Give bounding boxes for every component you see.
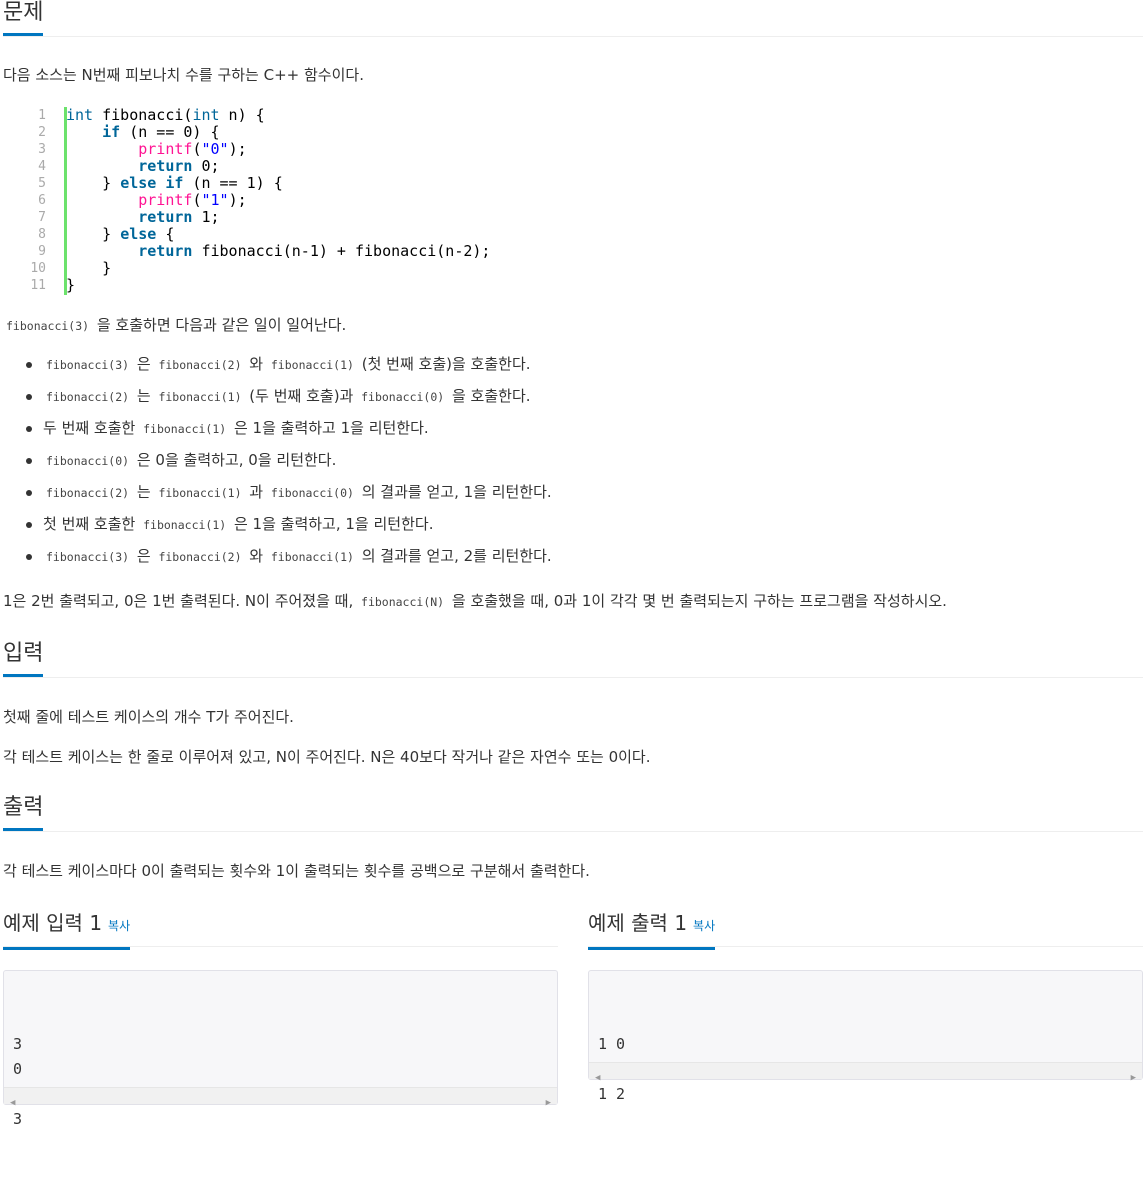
- input-desc-1: 첫째 줄에 테스트 케이스의 개수 T가 주어진다.: [3, 708, 294, 726]
- input-desc-2: 각 테스트 케이스는 한 줄로 이루어져 있고, N이 주어진다. N은 40보…: [3, 748, 651, 766]
- line-number: 10: [30, 261, 46, 276]
- inline-code: fibonacci(1): [270, 550, 354, 564]
- sample-input-header: 예제 입력 1 복사: [3, 910, 558, 950]
- line-number: 4: [38, 159, 46, 174]
- sample-line: 3: [13, 1110, 23, 1128]
- list-item-text: 과: [244, 483, 268, 501]
- list-item-text: 의 결과를 얻고, 2를 리턴한다.: [356, 547, 552, 565]
- list-item-text: 의 결과를 얻고, 1을 리턴한다.: [356, 483, 552, 501]
- list-item-text: 을 호출한다.: [447, 387, 531, 405]
- sample-input-box[interactable]: 3013 ◀▶: [3, 970, 558, 1128]
- inline-code: fibonacci(1): [143, 518, 227, 532]
- line-number: 11: [30, 278, 46, 293]
- list-item: 첫 번째 호출한 fibonacci(1) 은 1을 출력하고, 1을 리턴한다…: [25, 514, 434, 535]
- line-number: 1: [38, 108, 46, 123]
- sample-line: 0: [13, 1060, 23, 1078]
- scroll-right-icon[interactable]: ▶: [1131, 1066, 1136, 1091]
- list-item-text: 는: [132, 483, 156, 501]
- problem-section-header: 문제: [3, 0, 1143, 37]
- output-title: 출력: [3, 795, 44, 831]
- list-item-text: (첫 번째 호출)을 호출한다.: [356, 355, 531, 373]
- scroll-left-icon[interactable]: ◀: [10, 1091, 15, 1116]
- inline-code: fibonacci(2): [46, 486, 130, 500]
- call-sentence: fibonacci(3) 을 호출하면 다음과 같은 일이 일어난다.: [3, 315, 346, 336]
- list-item: fibonacci(3) 은 fibonacci(2) 와 fibonacci(…: [26, 354, 531, 375]
- sample-output-header: 예제 출력 1 복사: [588, 910, 1143, 950]
- call-sentence-text: 을 호출하면 다음과 같은 일이 일어난다.: [92, 316, 347, 334]
- horizontal-scrollbar[interactable]: ◀ ▶: [4, 1087, 557, 1108]
- inline-code: fibonacci(2): [158, 550, 242, 564]
- output-section-header: 출력: [3, 795, 1143, 832]
- list-item: fibonacci(3) 은 fibonacci(2) 와 fibonacci(…: [26, 546, 552, 567]
- inline-code: fibonacci(N): [361, 595, 445, 609]
- sample-output-title-text: 예제 출력 1: [588, 911, 688, 935]
- summary-text-part: 을 호출했을 때, 0과 1이 각각 몇 번 출력되는지 구하는 프로그램을 작…: [447, 592, 947, 610]
- inline-code: fibonacci(1): [143, 422, 227, 436]
- list-item: fibonacci(0) 은 0을 출력하고, 0을 리턴한다.: [25, 450, 337, 471]
- line-number: 9: [38, 244, 46, 259]
- list-item: 두 번째 호출한 fibonacci(1) 은 1을 출력하고 1을 리턴한다.: [26, 418, 429, 439]
- sample-input-title: 예제 입력 1 복사: [3, 910, 131, 950]
- list-item-text: 은 1을 출력하고 1을 리턴한다.: [229, 419, 429, 437]
- line-number: 5: [38, 176, 46, 191]
- sample-input-text: 3013: [13, 1032, 557, 1132]
- inline-code: fibonacci(0): [361, 390, 445, 404]
- list-item-text: 는: [132, 387, 156, 405]
- line-number: 3: [38, 142, 46, 157]
- scroll-right-icon[interactable]: ▶: [546, 1091, 551, 1116]
- sample-line: 1 0: [598, 1035, 626, 1053]
- list-item-text: 은 0을 출력하고, 0을 리턴한다.: [132, 451, 337, 469]
- input-section-header: 입력: [3, 641, 1143, 678]
- sample-input-title-text: 예제 입력 1: [3, 911, 103, 935]
- input-title: 입력: [3, 641, 44, 677]
- sample-line: 3: [13, 1035, 23, 1053]
- list-item-text: 은: [132, 547, 156, 565]
- horizontal-scrollbar[interactable]: ◀ ▶: [589, 1062, 1142, 1083]
- line-number: 7: [38, 210, 46, 225]
- code-text: int fibonacci(int n) { if (n == 0) { pri…: [66, 106, 491, 294]
- inline-code: fibonacci(0): [46, 454, 130, 468]
- line-number: 6: [38, 193, 46, 208]
- list-item-text: 와: [244, 547, 268, 565]
- copy-output-button[interactable]: 복사: [693, 919, 715, 933]
- list-item-text: (두 번째 호출)과: [244, 387, 359, 405]
- scroll-left-icon[interactable]: ◀: [595, 1066, 600, 1091]
- list-item-text: 첫 번째 호출한: [43, 515, 141, 533]
- inline-code: fibonacci(0): [270, 486, 354, 500]
- copy-input-button[interactable]: 복사: [108, 919, 130, 933]
- inline-code: fibonacci(1): [158, 486, 242, 500]
- list-item-text: 두 번째 호출한: [43, 419, 141, 437]
- list-item: fibonacci(2) 는 fibonacci(1) 과 fibonacci(…: [26, 482, 552, 503]
- intro-text: 다음 소스는 N번째 피보나치 수를 구하는 C++ 함수이다.: [3, 66, 364, 84]
- list-item-text: 은 1을 출력하고, 1을 리턴한다.: [229, 515, 434, 533]
- inline-code: fibonacci(3): [46, 550, 130, 564]
- inline-code: fibonacci(3): [46, 358, 130, 372]
- line-number: 2: [38, 125, 46, 140]
- inline-code: fibonacci(1): [158, 390, 242, 404]
- sample-output-title: 예제 출력 1 복사: [588, 910, 716, 950]
- sample-output-box[interactable]: 1 00 11 2 ◀▶: [588, 970, 1143, 1103]
- problem-title: 문제: [3, 0, 44, 36]
- inline-code: fibonacci(1): [270, 358, 354, 372]
- summary-text-part: 1은 2번 출력되고, 0은 1번 출력된다. N이 주어졌을 때,: [3, 592, 359, 610]
- line-number: 8: [38, 227, 46, 242]
- code-block: 1 2 3 4 5 6 7 8 9 10 11 int fibonacci(int n) { if …: [18, 107, 618, 295]
- list-item-text: 은: [132, 355, 156, 373]
- inline-code: fibonacci(3): [6, 319, 90, 333]
- list-item-text: 와: [244, 355, 268, 373]
- line-numbers: 1 2 3 4 5 6 7 8 9 10 11: [18, 107, 46, 294]
- summary-text: 1은 2번 출력되고, 0은 1번 출력된다. N이 주어졌을 때, fibon…: [3, 591, 947, 612]
- output-desc: 각 테스트 케이스마다 0이 출력되는 횟수와 1이 출력되는 횟수를 공백으로…: [3, 862, 590, 880]
- inline-code: fibonacci(2): [46, 390, 130, 404]
- sample-line: 1 2: [598, 1085, 626, 1103]
- list-item: fibonacci(2) 는 fibonacci(1) (두 번째 호출)과 f…: [26, 386, 531, 407]
- inline-code: fibonacci(2): [158, 358, 242, 372]
